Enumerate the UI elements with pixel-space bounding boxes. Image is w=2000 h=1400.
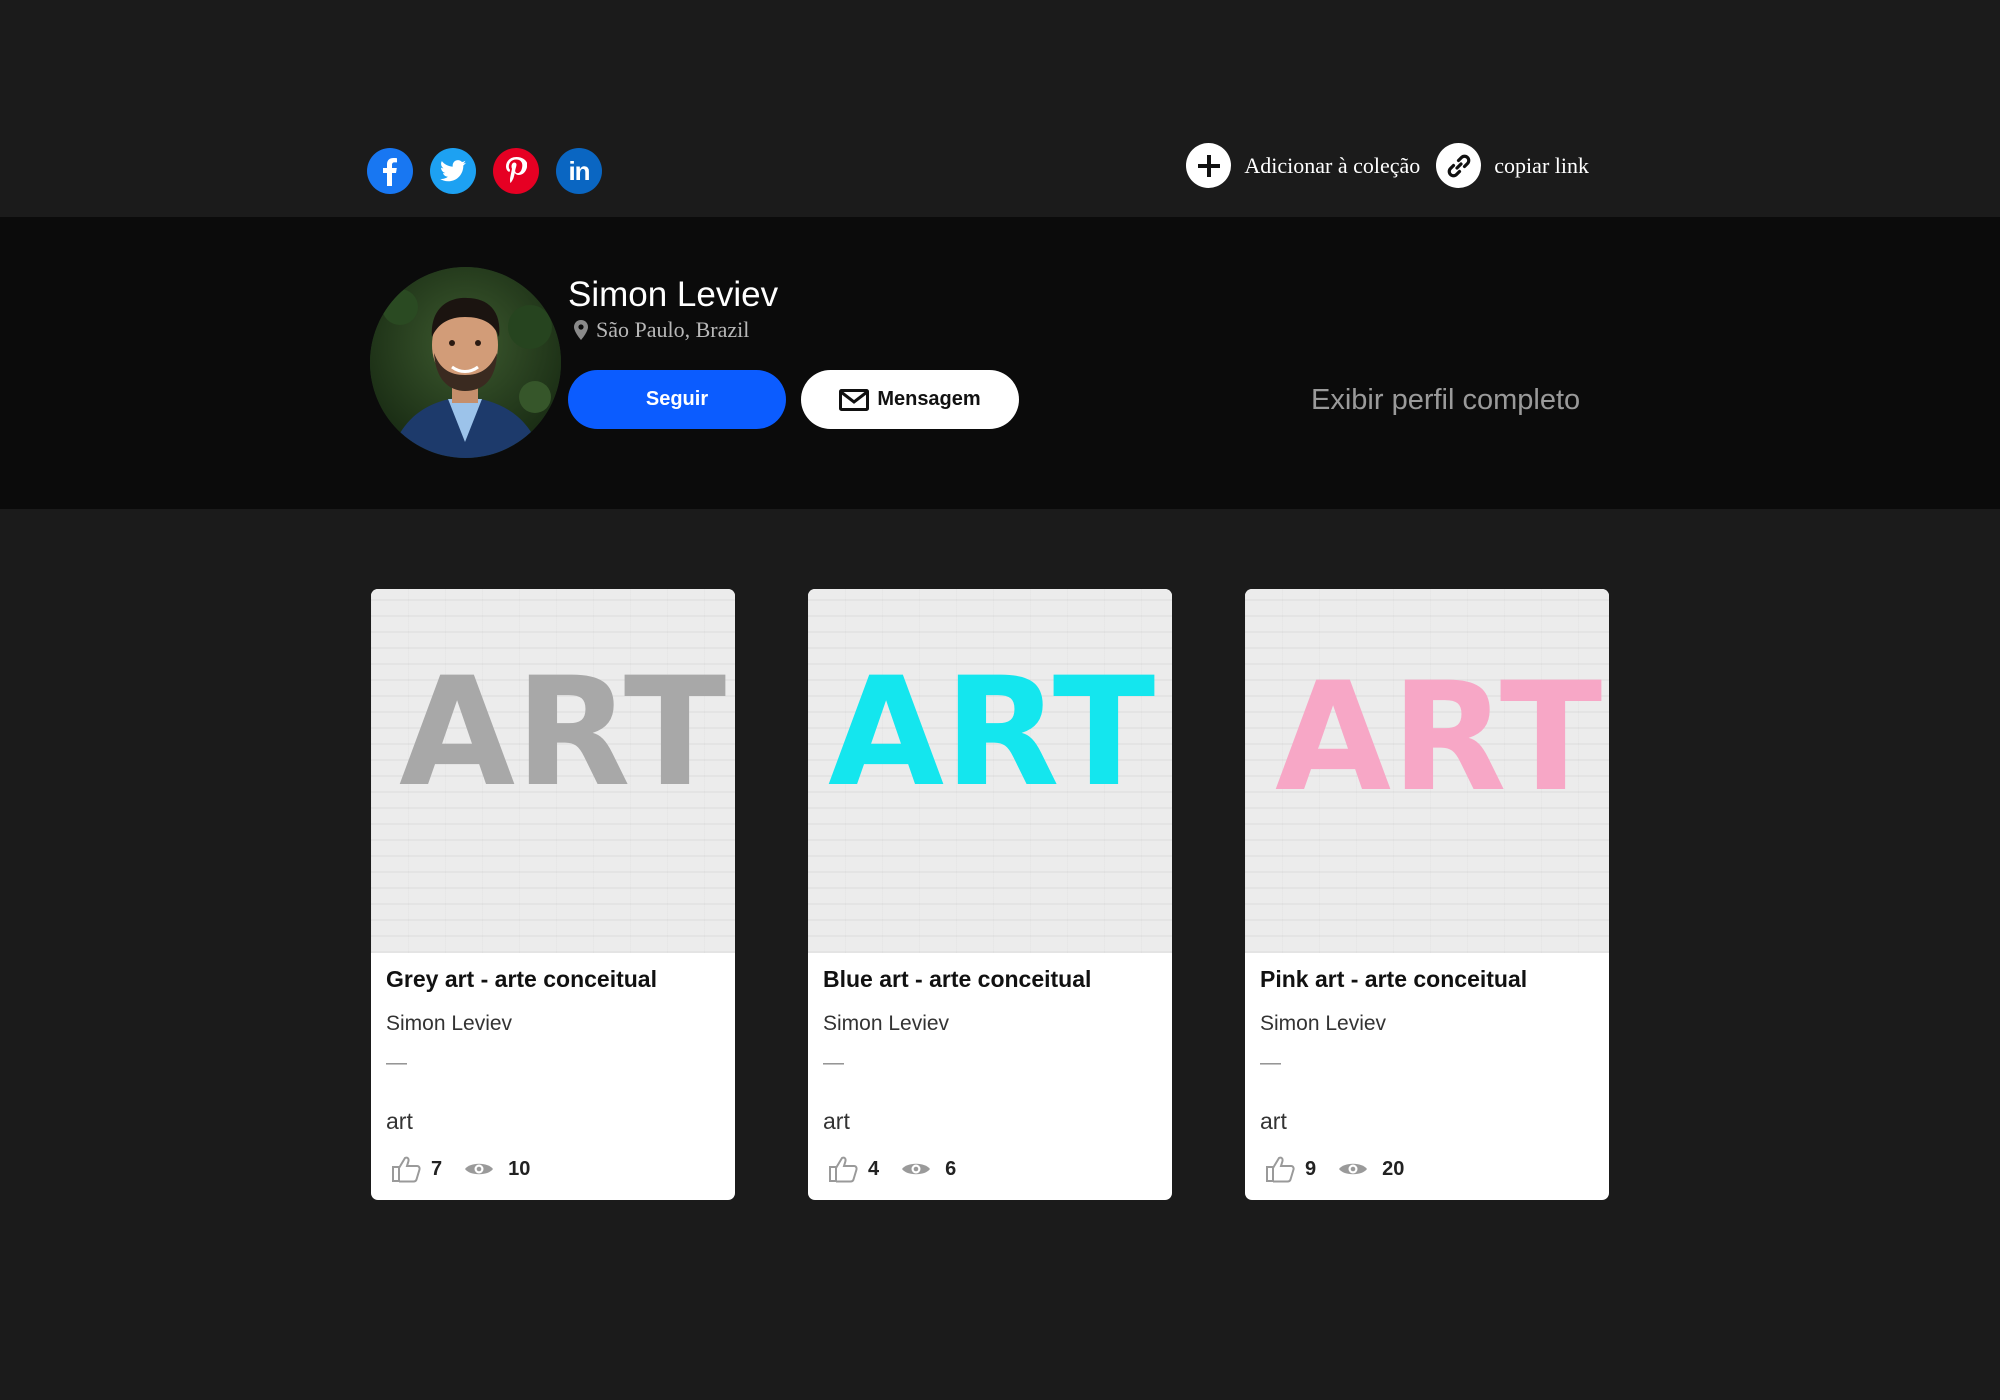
share-actions: Adicionar à coleção copiar link xyxy=(1186,143,1589,188)
artwork-art-text: ART xyxy=(399,646,726,820)
artwork-thumbnail[interactable]: ART xyxy=(1245,589,1609,953)
location-text: São Paulo, Brazil xyxy=(596,317,750,342)
profile-header: Simon Leviev São Paulo, Brazil Seguir Me… xyxy=(0,217,2000,509)
likes-count: 9 xyxy=(1305,1157,1317,1180)
artwork-tag[interactable]: art xyxy=(386,1108,413,1135)
linkedin-icon[interactable]: in xyxy=(556,148,602,194)
artwork-stats: 4 6 xyxy=(828,1155,956,1183)
likes-count: 4 xyxy=(868,1157,880,1180)
mail-icon xyxy=(839,388,870,411)
artwork-author[interactable]: Simon Leviev xyxy=(823,1012,949,1036)
pinterest-icon[interactable] xyxy=(493,148,539,194)
separator-dash: — xyxy=(386,1051,407,1074)
artwork-thumbnail[interactable]: ART xyxy=(371,589,735,953)
separator-dash: — xyxy=(823,1051,844,1074)
link-icon xyxy=(1436,143,1482,188)
message-button[interactable]: Mensagem xyxy=(801,370,1019,429)
views-count: 10 xyxy=(508,1157,531,1180)
avatar[interactable] xyxy=(370,267,561,458)
plus-icon xyxy=(1186,143,1232,188)
artwork-card[interactable]: ART Blue art - arte conceitual Simon Lev… xyxy=(808,589,1172,1200)
page: in Adicionar à coleção copiar link Simon… xyxy=(0,0,2000,1400)
artwork-art-text: ART xyxy=(1275,651,1602,825)
linkedin-icon-text: in xyxy=(568,155,590,186)
artwork-author[interactable]: Simon Leviev xyxy=(1260,1012,1386,1036)
artwork-tag[interactable]: art xyxy=(823,1108,850,1135)
artwork-card[interactable]: ART Grey art - arte conceitual Simon Lev… xyxy=(371,589,735,1200)
views-count: 6 xyxy=(945,1157,957,1180)
copy-link-button[interactable]: copiar link xyxy=(1436,143,1589,188)
likes-count: 7 xyxy=(431,1157,443,1180)
artwork-art-text: ART xyxy=(828,646,1155,820)
artwork-card[interactable]: ART Pink art - arte conceitual Simon Lev… xyxy=(1245,589,1609,1200)
artwork-stats: 7 10 xyxy=(391,1155,530,1183)
location-pin-icon xyxy=(574,320,588,340)
eye-icon xyxy=(901,1160,931,1178)
artwork-thumbnail[interactable]: ART xyxy=(808,589,1172,953)
eye-icon xyxy=(464,1160,494,1178)
facebook-icon[interactable] xyxy=(367,148,413,194)
artwork-grid: ART Grey art - arte conceitual Simon Lev… xyxy=(371,589,1609,1200)
eye-icon xyxy=(1338,1160,1368,1178)
artwork-stats: 9 20 xyxy=(1265,1155,1404,1183)
artwork-title[interactable]: Blue art - arte conceitual xyxy=(823,966,1091,993)
views-count: 20 xyxy=(1382,1157,1405,1180)
view-full-profile-link[interactable]: Exibir perfil completo xyxy=(1311,370,1580,430)
follow-button[interactable]: Seguir xyxy=(568,370,786,429)
share-bar: in Adicionar à coleção copiar link xyxy=(0,0,2000,217)
social-share-group: in xyxy=(367,148,602,194)
artwork-tag[interactable]: art xyxy=(1260,1108,1287,1135)
artwork-title[interactable]: Grey art - arte conceitual xyxy=(386,966,657,993)
separator-dash: — xyxy=(1260,1051,1281,1074)
artwork-title[interactable]: Pink art - arte conceitual xyxy=(1260,966,1527,993)
artwork-author[interactable]: Simon Leviev xyxy=(386,1012,512,1036)
thumbs-up-icon[interactable] xyxy=(391,1155,421,1183)
thumbs-up-icon[interactable] xyxy=(828,1155,858,1183)
profile-location: São Paulo, Brazil xyxy=(574,317,749,343)
add-to-collection-button[interactable]: Adicionar à coleção xyxy=(1186,143,1420,188)
thumbs-up-icon[interactable] xyxy=(1265,1155,1295,1183)
copy-link-label: copiar link xyxy=(1494,152,1589,178)
add-to-collection-label: Adicionar à coleção xyxy=(1244,152,1421,178)
twitter-icon[interactable] xyxy=(430,148,476,194)
profile-name: Simon Leviev xyxy=(568,275,779,314)
message-button-label: Mensagem xyxy=(877,388,981,410)
